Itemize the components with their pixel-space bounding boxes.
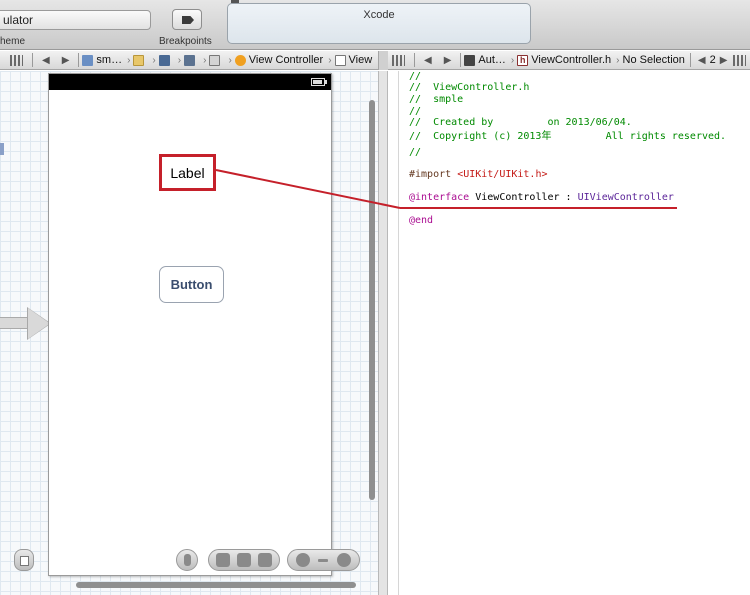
breakpoints-button[interactable]	[172, 9, 202, 30]
jump-item-view[interactable]: View	[334, 54, 373, 66]
jump-item-project[interactable]: sm…	[82, 54, 122, 66]
jump-item-selection[interactable]: No Selection	[623, 54, 685, 66]
import-directive: #import	[409, 169, 452, 180]
jump-item-view-controller[interactable]: View Controller	[234, 54, 324, 66]
interface-name: ViewController :	[475, 192, 578, 203]
code-line: // Created by on 2013/06/04.	[409, 117, 632, 128]
jump-item-project-label: sm…	[96, 54, 123, 66]
grid-icon[interactable]	[392, 54, 405, 66]
zoom-out-icon[interactable]	[296, 553, 311, 567]
jump-bar-divider	[414, 53, 415, 67]
status-bar	[49, 74, 331, 90]
header-file-icon: h	[517, 54, 529, 66]
chevron-right-icon: ›	[510, 54, 515, 66]
battery-tip	[325, 80, 327, 84]
forward-arrow-icon[interactable]: ▶	[62, 55, 70, 66]
form-factor-group	[176, 549, 198, 571]
forward-arrow-icon[interactable]: ▶	[444, 55, 452, 66]
counterpart-count: 2	[709, 54, 716, 66]
jump-item-storyboard[interactable]	[209, 54, 223, 66]
editor-split-divider[interactable]	[378, 71, 388, 595]
code-line: //	[409, 147, 422, 158]
jump-item-view-controller-label: View Controller	[248, 54, 324, 66]
battery-icon	[311, 78, 325, 86]
folder-icon	[133, 54, 145, 66]
scheme-label: heme	[0, 36, 26, 47]
chevron-right-icon: ›	[328, 54, 332, 66]
project-icon	[82, 54, 94, 66]
view-controller-icon	[234, 54, 246, 66]
label-element[interactable]: Label	[159, 154, 216, 191]
chevron-right-icon: ›	[228, 54, 232, 66]
jump-item-scene[interactable]	[184, 54, 198, 66]
chevron-right-icon: ›	[152, 54, 156, 66]
jump-item-folder[interactable]	[133, 54, 147, 66]
code-editor[interactable]: // // ViewController.h // smple // // Cr…	[399, 71, 750, 595]
jump-bar-divider	[689, 53, 691, 67]
activity-viewer: Xcode	[227, 3, 531, 44]
jump-item-related[interactable]: Aut…	[464, 54, 506, 66]
zoom-actual-icon[interactable]	[318, 558, 329, 562]
jump-item-selection-label: No Selection	[622, 54, 685, 66]
end-line: @end	[409, 215, 434, 226]
storyboard-icon	[209, 54, 221, 66]
pin-icon[interactable]	[236, 553, 251, 567]
zoom-button-group	[287, 549, 360, 571]
breakpoint-arrow-icon	[182, 16, 194, 24]
jump-bar-divider	[78, 53, 80, 67]
scheme-popup[interactable]: ulator	[0, 10, 151, 30]
jump-item-header-file[interactable]: h ViewController.h	[517, 54, 611, 66]
jump-bar-gap	[378, 51, 388, 70]
align-icon[interactable]	[216, 553, 231, 567]
scene-icon	[184, 54, 196, 66]
file-icon	[158, 54, 170, 66]
add-editor-icon[interactable]	[733, 54, 747, 66]
grid-icon[interactable]	[10, 54, 23, 66]
activity-title: Xcode	[363, 9, 395, 21]
import-line: #import <UIKit/UIKit.h>	[409, 169, 548, 181]
previous-counterpart-icon[interactable]: ◀	[698, 55, 706, 66]
code-line: // smple	[409, 94, 464, 105]
jump-bar-divider	[460, 53, 462, 67]
back-arrow-icon[interactable]: ◀	[42, 55, 50, 66]
chevron-right-icon: ›	[616, 54, 620, 66]
document-outline-toggle[interactable]	[14, 549, 34, 571]
chevron-right-icon: ›	[127, 54, 131, 66]
form-factor-icon[interactable]	[183, 554, 191, 566]
jump-item-view-label: View	[348, 54, 373, 66]
chevron-right-icon: ›	[177, 54, 182, 66]
related-items-icon	[464, 54, 476, 66]
code-line: //	[409, 71, 422, 82]
storyboard-jump-bar: ◀ ▶ sm… › › › › › View Controller › View	[0, 51, 378, 70]
code-line: // Copyright (c) 2013年 All rights reserv…	[409, 131, 727, 142]
toolbar: ulator heme Breakpoints Xcode	[0, 0, 750, 50]
canvas-vertical-scrollbar[interactable]	[369, 100, 375, 500]
chevron-right-icon: ›	[203, 54, 207, 66]
outline-selection-marker	[0, 143, 4, 155]
view-controller-scene[interactable]	[48, 73, 332, 576]
import-target: <UIKit/UIKit.h>	[457, 169, 548, 180]
jump-item-related-label: Aut…	[478, 54, 506, 66]
jump-item-file[interactable]	[158, 54, 173, 66]
code-line: //	[409, 106, 422, 117]
back-arrow-icon[interactable]: ◀	[424, 55, 432, 66]
interface-keyword: @interface	[409, 192, 470, 203]
next-counterpart-icon[interactable]: ▶	[720, 55, 728, 66]
code-line: // ViewController.h	[409, 82, 530, 93]
entry-point-arrow[interactable]	[0, 317, 30, 329]
layout-button-group	[208, 549, 280, 571]
breakpoints-label: Breakpoints	[159, 36, 212, 47]
editor-jump-bar: ◀ ▶ Aut… › h ViewController.h › No Selec…	[388, 51, 750, 70]
jump-item-header-file-label: ViewController.h	[531, 54, 612, 66]
view-icon	[334, 54, 346, 66]
canvas-horizontal-scrollbar[interactable]	[76, 582, 356, 588]
interface-line: @interface ViewController : UIViewContro…	[409, 192, 674, 204]
button-element[interactable]: Button	[159, 266, 224, 303]
superclass-name: UIViewController	[577, 192, 674, 203]
jump-bar-divider	[32, 53, 33, 67]
zoom-in-icon[interactable]	[336, 553, 351, 567]
resolve-icon[interactable]	[257, 553, 272, 567]
